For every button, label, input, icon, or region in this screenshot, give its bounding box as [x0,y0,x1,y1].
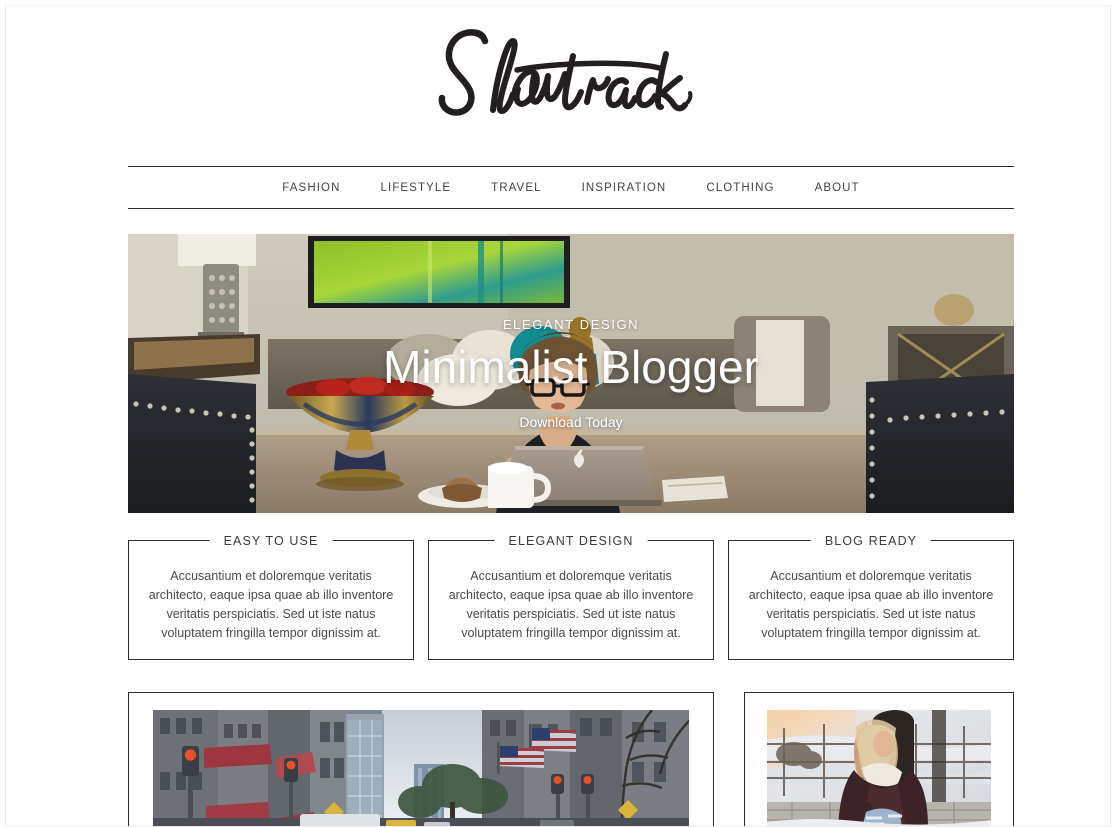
feature-box-easy-to-use: EASY TO USE Accusantium et doloremque ve… [128,533,414,660]
city-street-image [153,710,689,826]
page-frame: FASHION LIFESTYLE TRAVEL INSPIRATION CLO… [5,5,1111,827]
nav-item-fashion[interactable]: FASHION [262,182,360,194]
feature-body: Accusantium et doloremque veritatis arch… [148,569,394,640]
nav-item-lifestyle[interactable]: LIFESTYLE [360,182,471,194]
hero-download-link[interactable]: Download Today [519,414,622,430]
winter-portrait-image [767,710,991,826]
feature-body: Accusantium et doloremque veritatis arch… [448,569,694,640]
hero-kicker: ELEGANT DESIGN [502,316,640,332]
hero-overlay: ELEGANT DESIGN Minimalist Blogger Downlo… [128,234,1014,513]
nav-item-travel[interactable]: TRAVEL [471,182,561,194]
feature-title: ELEGANT DESIGN [494,533,648,549]
nav-bottom-rule [128,208,1014,209]
feature-title: EASY TO USE [209,533,333,549]
main-navigation: FASHION LIFESTYLE TRAVEL INSPIRATION CLO… [128,167,1014,208]
feature-box-elegant-design: ELEGANT DESIGN Accusantium et doloremque… [428,533,714,660]
feature-box-blog-ready: BLOG READY Accusantium et doloremque ver… [728,533,1014,660]
nav-item-inspiration[interactable]: INSPIRATION [562,182,687,194]
showtrack-logo-icon [438,29,693,116]
hero-title: Minimalist Blogger [383,340,759,393]
nav-item-about[interactable]: ABOUT [795,182,880,194]
hero-banner: ELEGANT DESIGN Minimalist Blogger Downlo… [128,234,1014,513]
post-card-winter-portrait[interactable] [744,692,1014,826]
feature-boxes: EASY TO USE Accusantium et doloremque ve… [128,533,1014,660]
post-cards [128,692,1014,826]
site-logo[interactable] [6,24,1110,129]
nav-item-clothing[interactable]: CLOTHING [686,182,794,194]
feature-body: Accusantium et doloremque veritatis arch… [748,569,994,640]
feature-title: BLOG READY [810,533,932,549]
post-card-city-street[interactable] [128,692,714,826]
